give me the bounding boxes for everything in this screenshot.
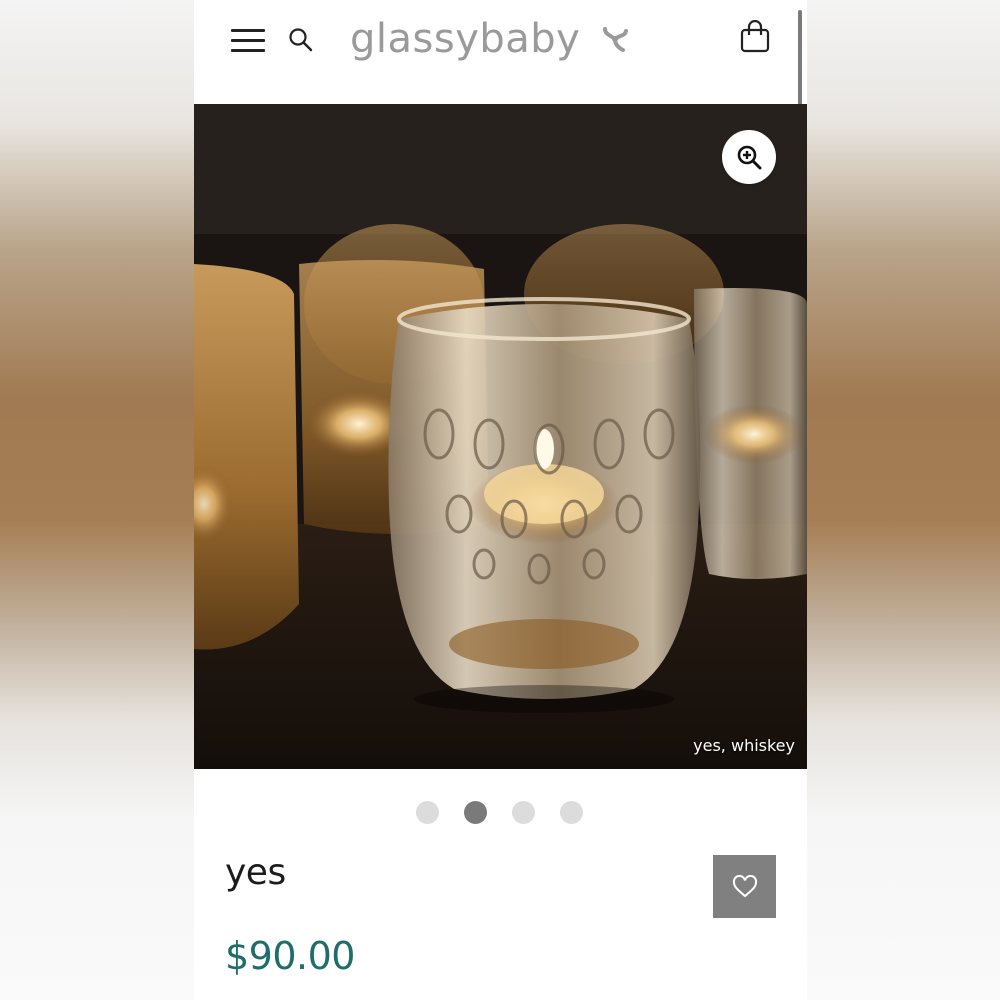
logo-text: glassybaby [350, 16, 581, 62]
hamburger-menu-icon[interactable] [231, 29, 265, 53]
menu-line [231, 39, 265, 42]
product-image[interactable]: yes, whiskey [194, 104, 807, 769]
image-caption: yes, whiskey [693, 736, 795, 755]
site-header: glassybaby [194, 0, 807, 104]
carousel-dot[interactable] [560, 801, 583, 824]
heart-icon [732, 874, 757, 897]
zoom-in-icon[interactable] [722, 130, 776, 184]
background-blur-left [0, 0, 194, 1000]
votive-candle-photo [194, 104, 807, 769]
carousel-dot[interactable] [416, 801, 439, 824]
site-logo[interactable]: glassybaby [350, 14, 630, 64]
carousel-dot-active[interactable] [464, 801, 487, 824]
carousel-dots [416, 801, 583, 824]
glassybaby-logo-mark-icon [603, 27, 629, 52]
background-blur-right [807, 0, 1000, 1000]
menu-line [231, 29, 265, 32]
product-price: $90.00 [225, 934, 355, 978]
shopping-bag-icon[interactable] [740, 19, 770, 54]
product-name: yes [225, 852, 286, 893]
carousel-dot[interactable] [512, 801, 535, 824]
search-icon[interactable] [288, 27, 314, 53]
wishlist-button[interactable] [713, 855, 776, 918]
menu-line [231, 49, 265, 52]
mobile-product-page: glassybaby yes, whiskey yes $90.00 [194, 0, 807, 1000]
